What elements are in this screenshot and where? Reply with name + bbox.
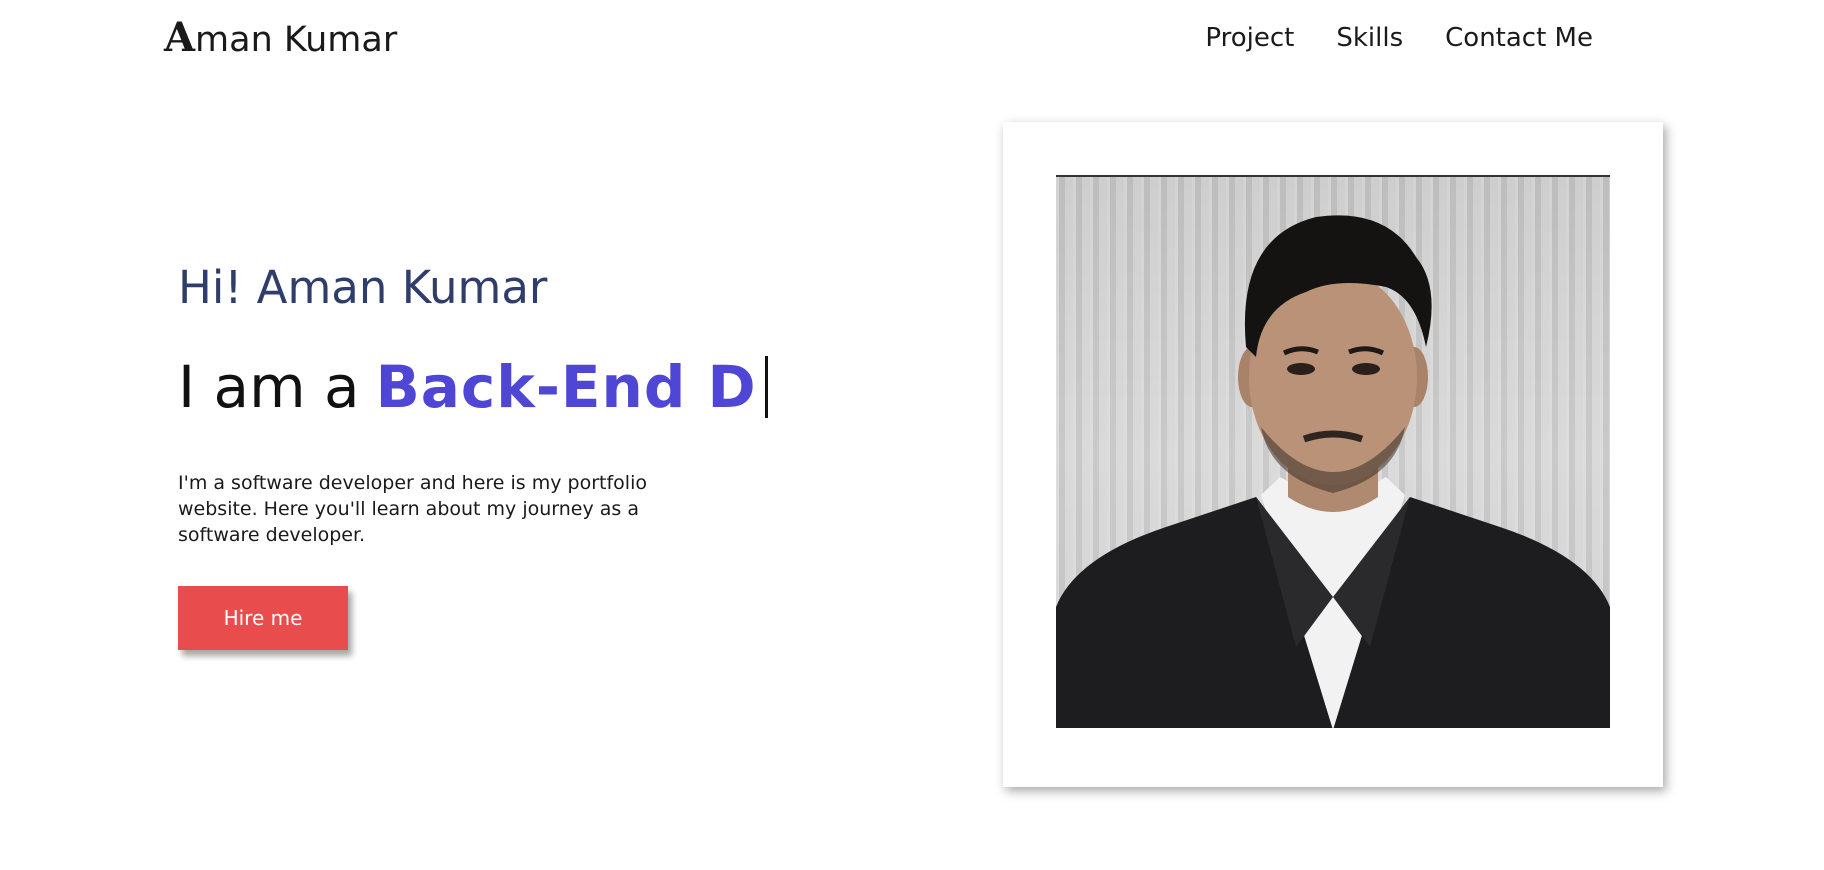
- portrait-illustration: [1056, 215, 1610, 728]
- profile-photo-card: [1003, 122, 1663, 787]
- nav-link-skills[interactable]: Skills: [1336, 18, 1403, 58]
- typing-caret: [764, 356, 768, 418]
- hero-greeting: Hi! Aman Kumar: [178, 261, 548, 314]
- tagline-prefix: I am a: [178, 353, 360, 421]
- hero-tagline: I am a Back-End D: [178, 350, 768, 424]
- nav-link-contact[interactable]: Contact Me: [1445, 18, 1593, 58]
- hero-bio: I'm a software developer and here is my …: [178, 472, 647, 546]
- nav-links: Project Skills Contact Me: [1205, 18, 1593, 58]
- site-logo[interactable]: Aman Kumar: [164, 14, 397, 64]
- typed-role: Back-End D: [375, 353, 757, 421]
- logo-text: man Kumar: [195, 20, 398, 60]
- top-navbar: Aman Kumar Project Skills Contact Me: [0, 0, 1824, 76]
- logo-initial: A: [164, 14, 196, 61]
- hire-me-button[interactable]: Hire me: [178, 586, 348, 650]
- nav-link-project[interactable]: Project: [1205, 18, 1294, 58]
- portrait-photo-icon: [1056, 175, 1610, 728]
